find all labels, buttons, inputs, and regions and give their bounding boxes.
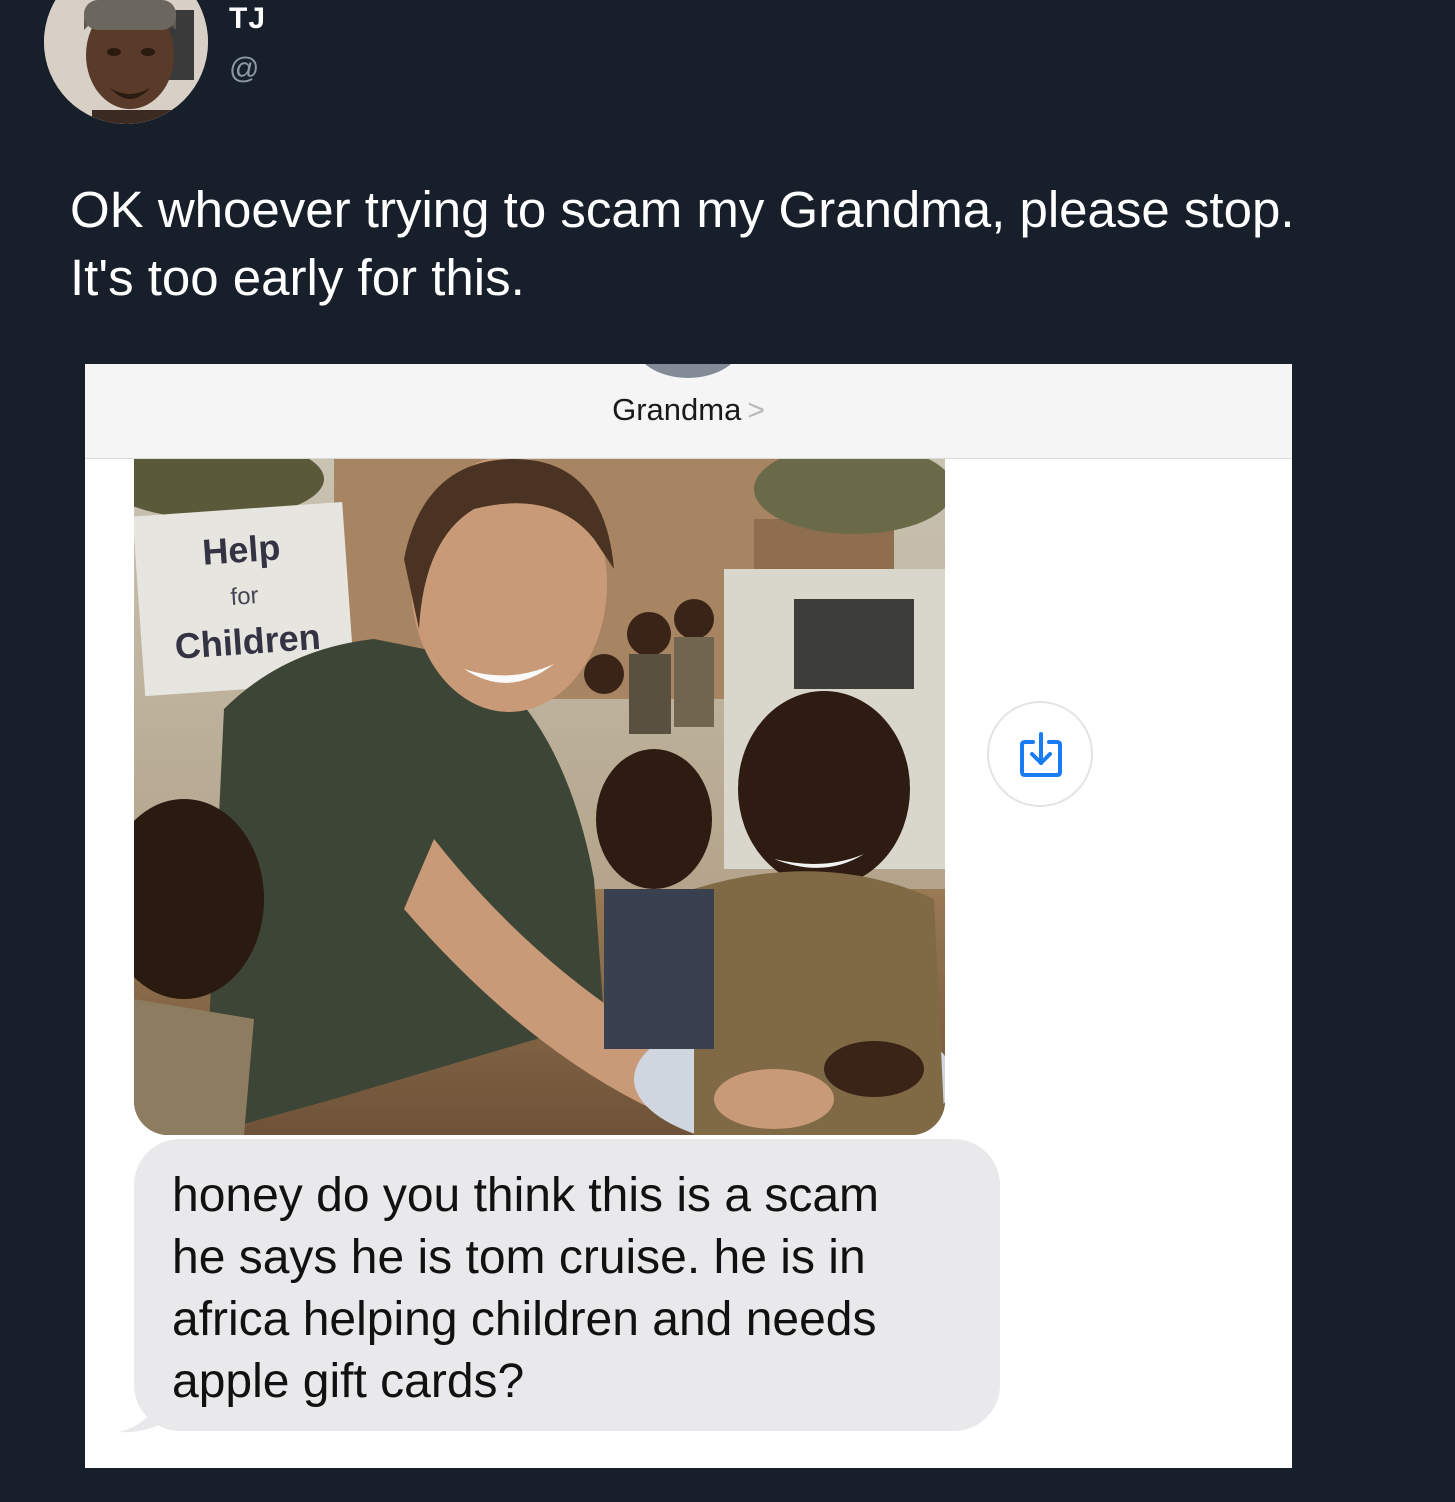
message-line: africa helping children and needs: [172, 1293, 877, 1346]
contact-name: Grandma: [612, 392, 742, 427]
contact-name-button[interactable]: Grandma >: [85, 392, 1292, 428]
message-line: he says he is tom cruise. he is in: [172, 1231, 866, 1284]
banner-text: for: [230, 582, 260, 611]
author-avatar[interactable]: [44, 0, 208, 124]
download-tray-icon: [1020, 732, 1062, 777]
message-photo[interactable]: Help for Children: [134, 459, 945, 1135]
message-bubble[interactable]: honey do you think this is a scam he say…: [134, 1139, 1000, 1431]
tweet-text: OK whoever trying to scam my Grandma, pl…: [70, 176, 1430, 312]
message-line: honey do you think this is a scam: [172, 1169, 880, 1222]
tweet-text-line: OK whoever trying to scam my Grandma, pl…: [70, 181, 1295, 238]
tweet-text-line: It's too early for this.: [70, 249, 525, 306]
save-image-button[interactable]: [987, 701, 1093, 807]
contact-avatar[interactable]: [633, 364, 743, 378]
messages-screenshot[interactable]: Grandma > Help for Children honey do you…: [85, 364, 1292, 1468]
author-handle[interactable]: @: [229, 52, 259, 86]
message-text: honey do you think this is a scam he say…: [172, 1165, 992, 1413]
conversation-header: Grandma >: [85, 364, 1292, 459]
message-line: apple gift cards?: [172, 1355, 525, 1408]
banner-text: Help: [201, 526, 282, 572]
author-name[interactable]: TJ: [229, 2, 266, 36]
chevron-right-icon: >: [747, 394, 765, 427]
